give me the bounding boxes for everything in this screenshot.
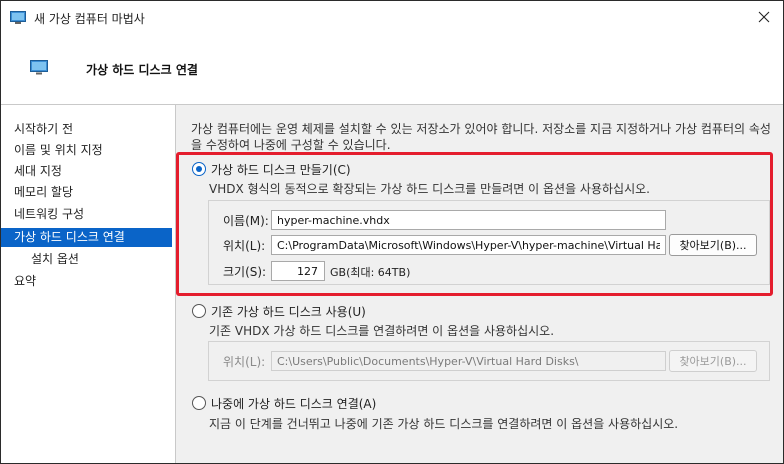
create-vhd-description: VHDX 형식의 동적으로 확장되는 가상 하드 디스크를 만들려면 이 옵션을… xyxy=(209,182,650,196)
use-existing-vhd-label[interactable]: 기존 가상 하드 디스크 사용(U) xyxy=(211,303,366,320)
page-description: 가상 컴퓨터에는 운영 체제를 설치할 수 있는 저장소가 있어야 합니다. 저… xyxy=(191,121,771,153)
vhd-size-label: 크기(S): xyxy=(223,265,267,279)
description-line: 을 수정하여 나중에 구성할 수 있습니다. xyxy=(191,138,391,152)
vhd-size-unit: GB(최대: 64TB) xyxy=(330,266,411,279)
create-vhd-radio[interactable] xyxy=(192,162,206,176)
existing-location-label: 위치(L): xyxy=(223,355,266,369)
attach-later-label[interactable]: 나중에 가상 하드 디스크 연결(A) xyxy=(211,395,376,412)
use-existing-vhd-description: 기존 VHDX 가상 하드 디스크를 연결하려면 이 옵션을 사용하십시오. xyxy=(209,324,555,338)
wizard-steps-sidebar: 시작하기 전 이름 및 위치 지정 세대 지정 메모리 할당 네트워킹 구성 가… xyxy=(1,105,176,463)
use-existing-vhd-group: 위치(L): 찾아보기(B)... xyxy=(208,341,770,381)
sidebar-item-before-you-begin[interactable]: 시작하기 전 xyxy=(1,120,172,139)
attach-later-radio[interactable] xyxy=(192,396,206,410)
wizard-content: 가상 컴퓨터에는 운영 체제를 설치할 수 있는 저장소가 있어야 합니다. 저… xyxy=(176,105,783,463)
create-vhd-group: 이름(M): 위치(L): 찾아보기(B)... 크기(S): GB(최대: 6… xyxy=(208,200,770,285)
page-title: 가상 하드 디스크 연결 xyxy=(86,63,198,77)
wizard-header: 가상 하드 디스크 연결 xyxy=(1,34,783,105)
sidebar-item-virtual-hard-disk[interactable]: 가상 하드 디스크 연결 xyxy=(1,228,172,247)
title-bar: 새 가상 컴퓨터 마법사 xyxy=(1,1,783,34)
sidebar-item-memory[interactable]: 메모리 할당 xyxy=(1,183,172,202)
sidebar-item-name-location[interactable]: 이름 및 위치 지정 xyxy=(1,141,172,160)
sidebar-item-installation-options[interactable]: 설치 옵션 xyxy=(1,250,172,269)
sidebar-item-summary[interactable]: 요약 xyxy=(1,272,172,291)
vhd-location-input[interactable] xyxy=(271,235,666,255)
close-button[interactable] xyxy=(751,5,777,29)
sidebar-item-networking[interactable]: 네트워킹 구성 xyxy=(1,205,172,224)
attach-later-description: 지금 이 단계를 건너뛰고 나중에 기존 가상 하드 디스크를 연결하려면 이 … xyxy=(209,417,679,431)
create-vhd-label[interactable]: 가상 하드 디스크 만들기(C) xyxy=(211,161,351,178)
existing-browse-button[interactable]: 찾아보기(B)... xyxy=(669,350,757,372)
existing-location-input[interactable] xyxy=(271,351,666,371)
vhd-location-label: 위치(L): xyxy=(223,239,266,253)
vhd-name-input[interactable] xyxy=(271,210,666,230)
vhd-name-label: 이름(M): xyxy=(223,214,269,228)
close-icon xyxy=(758,11,770,23)
computer-monitor-icon xyxy=(30,60,48,75)
vhd-size-input[interactable] xyxy=(271,261,325,281)
sidebar-item-generation[interactable]: 세대 지정 xyxy=(1,162,172,181)
browse-button[interactable]: 찾아보기(B)... xyxy=(669,234,757,256)
use-existing-vhd-radio[interactable] xyxy=(192,304,206,318)
description-line: 가상 컴퓨터에는 운영 체제를 설치할 수 있는 저장소가 있어야 합니다. 저… xyxy=(191,122,771,136)
window-title: 새 가상 컴퓨터 마법사 xyxy=(34,12,145,26)
computer-monitor-icon xyxy=(10,11,26,24)
